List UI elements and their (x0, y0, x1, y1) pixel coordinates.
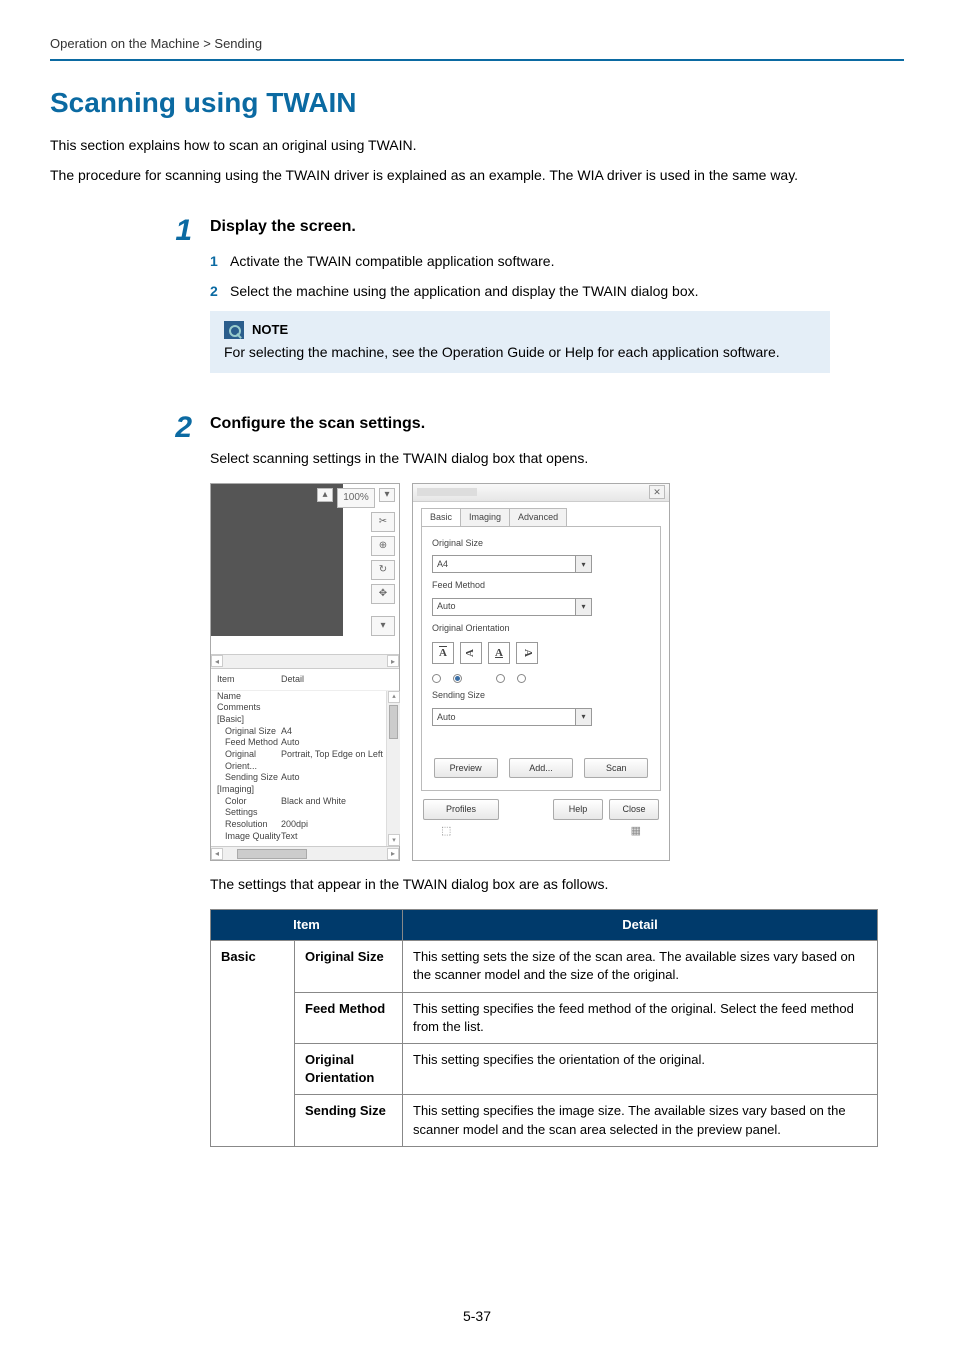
row-orient-k: Original Orient... (225, 749, 281, 772)
crop-small-icon: ⬚ (441, 824, 451, 839)
cell-original-orientation-detail: This setting specifies the orientation o… (403, 1043, 878, 1094)
substep-2-num: 2 (210, 282, 230, 302)
cell-basic: Basic (211, 941, 295, 1147)
original-size-label: Original Size (432, 537, 650, 550)
close-icon[interactable]: ✕ (649, 485, 665, 499)
row-res-k: Resolution (225, 819, 281, 831)
row-iq-k: Image Quality (225, 831, 281, 843)
th-item: Item (211, 910, 403, 941)
row-orig-size-k: Original Size (225, 726, 281, 738)
orient-radio-1[interactable] (432, 674, 441, 683)
cell-sending-size-detail: This setting specifies the image size. T… (403, 1095, 878, 1146)
row-iq-v: Text (281, 831, 298, 843)
rotate-icon[interactable]: ↻ (371, 560, 395, 580)
profiles-button[interactable]: Profiles (423, 799, 499, 820)
table-intro: The settings that appear in the TWAIN di… (210, 875, 904, 895)
substep-1-text: Activate the TWAIN compatible applicatio… (230, 252, 904, 272)
note-title: NOTE (252, 321, 288, 339)
step-number-2: 2 (175, 413, 192, 443)
row-basic-group: [Basic] (217, 714, 281, 726)
row-feed-k: Feed Method (225, 737, 281, 749)
zoom-in-icon[interactable]: ⊕ (371, 536, 395, 556)
scan-button[interactable]: Scan (584, 758, 648, 779)
orient-landscape-right-icon[interactable]: A (516, 642, 538, 664)
tab-advanced[interactable]: Advanced (509, 508, 567, 527)
settings-dialog: ✕ Basic Imaging Advanced Original Size A… (412, 483, 670, 862)
settings-hscroll[interactable]: ◂▸ (211, 846, 399, 860)
scroll-up-icon[interactable]: ▴ (317, 488, 333, 502)
cell-original-size: Original Size (295, 941, 403, 992)
col-detail-header: Detail (281, 673, 304, 686)
row-send-v: Auto (281, 772, 300, 784)
row-send-k: Sending Size (225, 772, 281, 784)
grid-small-icon: ▦ (631, 824, 641, 839)
step-1-heading: Display the screen. (210, 216, 904, 238)
substep-1-num: 1 (210, 252, 230, 272)
step-number-1: 1 (175, 216, 192, 246)
sending-size-select[interactable]: Auto▾ (432, 708, 592, 726)
orient-portrait-bottom-icon[interactable]: A (488, 642, 510, 664)
page-title: Scanning using TWAIN (50, 83, 904, 122)
scroll-down-icon[interactable]: ▾ (371, 616, 395, 636)
row-name: Name (217, 691, 281, 703)
row-res-v: 200dpi (281, 819, 308, 831)
chevron-down-icon[interactable]: ▾ (575, 556, 591, 572)
divider (50, 59, 904, 61)
intro-paragraph-2: The procedure for scanning using the TWA… (50, 166, 904, 186)
substep-2-text: Select the machine using the application… (230, 282, 904, 302)
note-icon (224, 321, 244, 339)
add-button[interactable]: Add... (509, 758, 573, 779)
th-detail: Detail (403, 910, 878, 941)
orient-portrait-top-icon[interactable]: A (432, 642, 454, 664)
zoom-dropdown-icon[interactable]: ▾ (379, 488, 395, 502)
cell-sending-size: Sending Size (295, 1095, 403, 1146)
crop-icon[interactable]: ✂ (371, 512, 395, 532)
dialog-title (417, 488, 477, 496)
orient-landscape-left-icon[interactable]: A (460, 642, 482, 664)
feed-method-select[interactable]: Auto▾ (432, 598, 592, 616)
breadcrumb: Operation on the Machine > Sending (50, 35, 904, 53)
tab-basic[interactable]: Basic (421, 508, 461, 527)
row-color-k: Color Settings (225, 796, 281, 819)
orient-radio-2[interactable] (453, 674, 462, 683)
preview-hscroll[interactable]: ◂▸ (211, 654, 399, 668)
step-2-heading: Configure the scan settings. (210, 413, 904, 435)
preview-button[interactable]: Preview (434, 758, 498, 779)
note-body: For selecting the machine, see the Opera… (224, 343, 816, 363)
row-feed-v: Auto (281, 737, 300, 749)
row-color-v: Black and White (281, 796, 346, 819)
settings-vscroll[interactable]: ▴ ▾ (386, 691, 400, 847)
original-size-select[interactable]: A4▾ (432, 555, 592, 573)
col-item-header: Item (217, 673, 281, 686)
orient-radio-4[interactable] (517, 674, 526, 683)
move-icon[interactable]: ✥ (371, 584, 395, 604)
orient-radio-3[interactable] (496, 674, 505, 683)
cell-feed-method-detail: This setting specifies the feed method o… (403, 992, 878, 1043)
note-box: NOTE For selecting the machine, see the … (210, 311, 830, 373)
orientation-label: Original Orientation (432, 622, 650, 635)
cell-original-orientation: Original Orientation (295, 1043, 403, 1094)
feed-method-label: Feed Method (432, 579, 650, 592)
cell-original-size-detail: This setting sets the size of the scan a… (403, 941, 878, 992)
zoom-value[interactable]: 100% (337, 488, 375, 508)
close-button[interactable]: Close (609, 799, 659, 820)
sending-size-label: Sending Size (432, 689, 650, 702)
chevron-down-icon[interactable]: ▾ (575, 599, 591, 615)
row-orient-v: Portrait, Top Edge on Left (281, 749, 383, 772)
row-orig-size-v: A4 (281, 726, 292, 738)
row-imaging-group: [Imaging] (217, 784, 281, 796)
tab-imaging[interactable]: Imaging (460, 508, 510, 527)
help-button[interactable]: Help (553, 799, 603, 820)
cell-feed-method: Feed Method (295, 992, 403, 1043)
chevron-down-icon[interactable]: ▾ (575, 709, 591, 725)
step-2-intro: Select scanning settings in the TWAIN di… (210, 449, 904, 469)
twain-dialog-screenshot: ▴ 100% ▾ ✂ ⊕ ↻ ✥ ▾ ◂▸ (210, 483, 670, 862)
row-comments: Comments (217, 702, 281, 714)
preview-panel: ▴ 100% ▾ ✂ ⊕ ↻ ✥ ▾ ◂▸ (210, 483, 400, 862)
intro-paragraph-1: This section explains how to scan an ori… (50, 136, 904, 156)
page-number: 5-37 (50, 1307, 904, 1327)
settings-table: Item Detail Basic Original Size This set… (210, 909, 878, 1147)
